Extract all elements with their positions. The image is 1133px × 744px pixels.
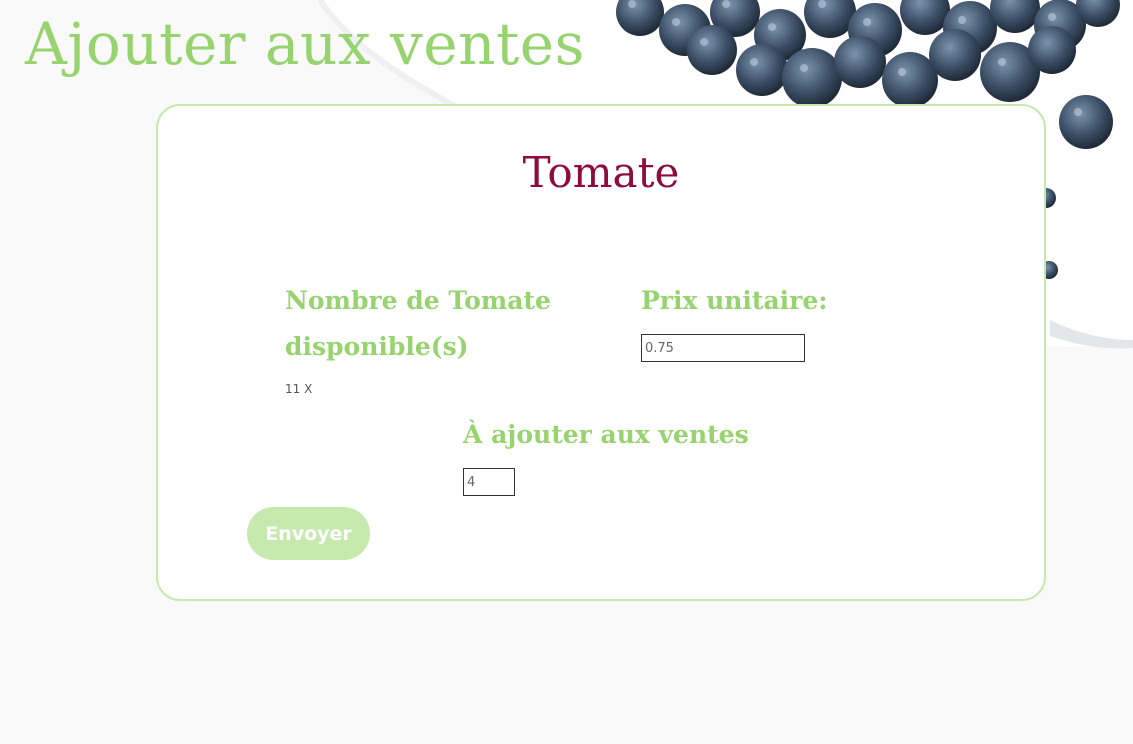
stock-value: 11 X: [285, 382, 313, 396]
unit-price-input[interactable]: [641, 334, 805, 362]
quantity-input[interactable]: [463, 468, 515, 496]
product-name: Tomate: [522, 148, 680, 197]
page-title: Ajouter aux ventes: [25, 10, 585, 78]
add-to-sales-card: Tomate Nombre de Tomate disponible(s) 11…: [156, 104, 1046, 601]
add-to-sales-label: À ajouter aux ventes: [463, 420, 749, 449]
price-label: Prix unitaire:: [641, 286, 828, 315]
stock-label: Nombre de Tomate disponible(s): [285, 286, 551, 361]
submit-button[interactable]: Envoyer: [247, 507, 370, 560]
